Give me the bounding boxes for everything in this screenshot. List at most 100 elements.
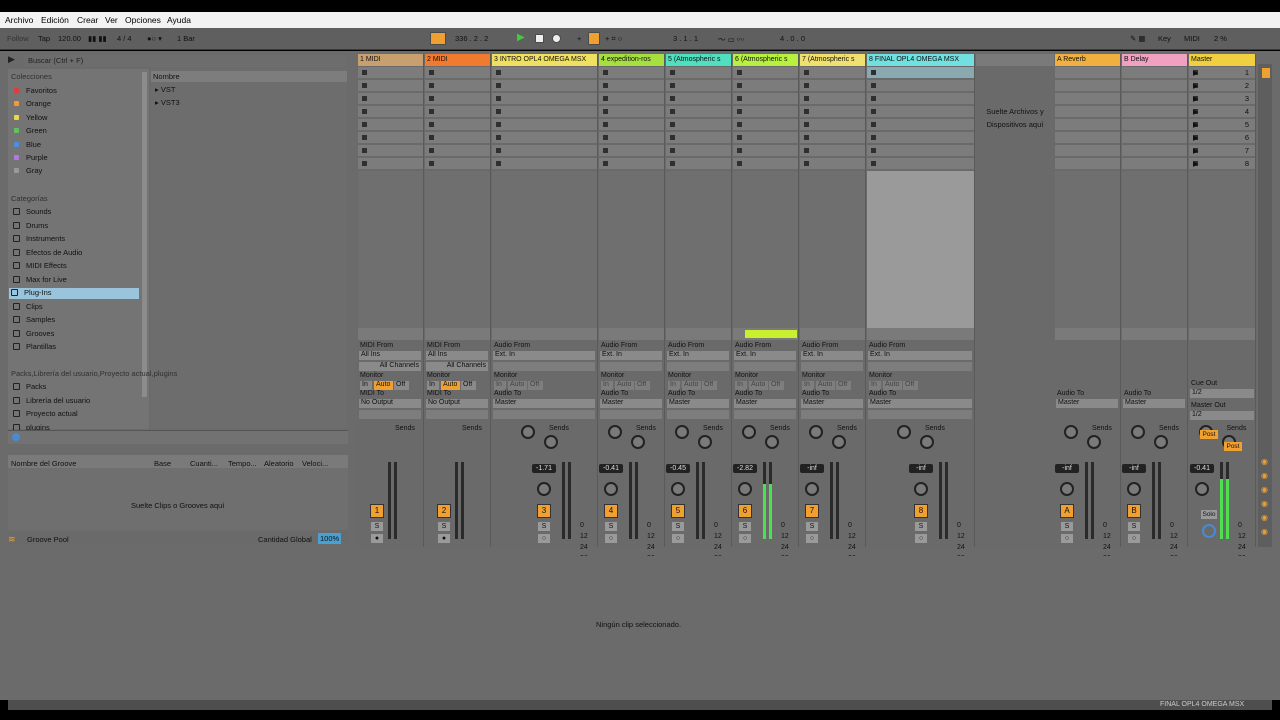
arm-button[interactable]: ○ bbox=[605, 534, 617, 543]
arm-button[interactable]: ○ bbox=[739, 534, 751, 543]
arm-button[interactable]: ○ bbox=[1061, 534, 1073, 543]
arm-button[interactable]: ○ bbox=[672, 534, 684, 543]
global-amount-field[interactable]: 100% bbox=[318, 533, 342, 544]
clip-slot[interactable] bbox=[733, 80, 798, 92]
draw-mode-icon[interactable]: ✎ ▦ bbox=[1130, 34, 1145, 43]
clip-slot[interactable] bbox=[358, 132, 423, 144]
arm-button[interactable]: ○ bbox=[1128, 534, 1140, 543]
groove-col-name[interactable]: Nombre del Groove bbox=[11, 459, 76, 468]
clip-area[interactable] bbox=[800, 171, 865, 328]
output-type-select[interactable]: Master bbox=[1123, 399, 1185, 408]
stop-clips-row[interactable] bbox=[1122, 328, 1187, 340]
clip-slot[interactable] bbox=[733, 106, 798, 118]
track-activator-button[interactable]: 2 bbox=[437, 504, 451, 518]
clip-slot[interactable] bbox=[1122, 106, 1187, 118]
quantization-menu[interactable]: 1 Bar bbox=[177, 34, 195, 43]
scene-number[interactable]: 5 bbox=[1245, 120, 1249, 129]
song-position[interactable]: 336 . 2 . 2 bbox=[455, 34, 488, 43]
clip-slot[interactable] bbox=[599, 132, 664, 144]
clip-slot[interactable] bbox=[1055, 93, 1120, 105]
scene-launch-icon[interactable]: ▶ bbox=[1193, 147, 1198, 155]
clip-slot[interactable] bbox=[867, 132, 974, 144]
send-b-knob[interactable] bbox=[631, 435, 645, 449]
clip-area[interactable] bbox=[666, 171, 731, 328]
clip-slot[interactable] bbox=[733, 119, 798, 131]
clip-slot[interactable] bbox=[599, 106, 664, 118]
clip-slot[interactable] bbox=[1055, 67, 1120, 79]
monitor-auto-button[interactable]: Auto bbox=[682, 381, 701, 390]
loop-start-field[interactable]: 3 . 1 . 1 bbox=[673, 34, 698, 43]
collection-item[interactable]: Blue bbox=[11, 140, 139, 151]
clip-slot[interactable] bbox=[867, 145, 974, 157]
solo-button[interactable]: S bbox=[739, 522, 751, 531]
track-activator-button[interactable]: 6 bbox=[738, 504, 752, 518]
track-header[interactable]: B Delay bbox=[1122, 54, 1187, 66]
send-b-knob[interactable] bbox=[832, 435, 846, 449]
clip-slot[interactable] bbox=[800, 93, 865, 105]
solo-button[interactable]: S bbox=[1061, 522, 1073, 531]
clip-slot[interactable] bbox=[425, 145, 490, 157]
collection-item[interactable]: Gray bbox=[11, 166, 139, 177]
clip-slot[interactable] bbox=[599, 67, 664, 79]
monitor-auto-button[interactable]: Auto bbox=[749, 381, 768, 390]
input-type-select[interactable]: All Ins bbox=[359, 351, 421, 360]
arrangement-overdub-button[interactable] bbox=[430, 32, 446, 45]
clip-slot[interactable] bbox=[1055, 80, 1120, 92]
clip-slot[interactable] bbox=[1122, 67, 1187, 79]
clip-slot[interactable] bbox=[867, 80, 974, 92]
automation-arm-button[interactable] bbox=[588, 32, 600, 45]
clip-slot[interactable] bbox=[800, 158, 865, 170]
place-item[interactable]: Librería del usuario bbox=[11, 396, 139, 407]
collection-item[interactable]: Green bbox=[11, 126, 139, 137]
clip-area[interactable] bbox=[425, 171, 490, 328]
clip-slot[interactable] bbox=[425, 132, 490, 144]
metronome-icon[interactable]: ▮▮ ▮▮ bbox=[88, 34, 107, 43]
solo-button[interactable]: S bbox=[1128, 522, 1140, 531]
clip-slot[interactable] bbox=[666, 145, 731, 157]
monitor-auto-button[interactable]: Auto bbox=[374, 381, 393, 390]
input-channel-select[interactable]: All Channels bbox=[426, 362, 488, 371]
clip-slot[interactable] bbox=[800, 132, 865, 144]
track-activator-button[interactable]: 8 bbox=[914, 504, 928, 518]
track-activator-button[interactable]: A bbox=[1060, 504, 1074, 518]
solo-button[interactable]: Solo bbox=[1201, 510, 1217, 519]
volume-field[interactable]: -0.41 bbox=[599, 464, 623, 473]
pan-knob[interactable] bbox=[1060, 482, 1074, 496]
clip-slot[interactable] bbox=[599, 145, 664, 157]
clip-slot[interactable] bbox=[1055, 132, 1120, 144]
clip-slot[interactable] bbox=[1055, 158, 1120, 170]
clip-slot[interactable] bbox=[492, 132, 597, 144]
send-a-knob[interactable] bbox=[608, 425, 622, 439]
category-item[interactable]: Efectos de Audio bbox=[11, 248, 139, 259]
output-channel-select[interactable] bbox=[426, 410, 488, 419]
output-channel-select[interactable] bbox=[801, 410, 863, 419]
output-type-select[interactable]: Master bbox=[801, 399, 863, 408]
post-button-2[interactable]: Post bbox=[1224, 442, 1242, 451]
monitor-in-button[interactable]: In bbox=[668, 381, 680, 390]
clip-slot[interactable] bbox=[733, 67, 798, 79]
send-b-knob[interactable] bbox=[920, 435, 934, 449]
input-type-select[interactable]: Ext. In bbox=[493, 351, 595, 360]
clip-slot[interactable] bbox=[599, 80, 664, 92]
monitor-auto-button[interactable]: Auto bbox=[508, 381, 527, 390]
send-a-knob[interactable] bbox=[897, 425, 911, 439]
pan-knob[interactable] bbox=[914, 482, 928, 496]
clip-slot[interactable] bbox=[599, 158, 664, 170]
clip-slot[interactable] bbox=[666, 80, 731, 92]
arm-button[interactable]: ○ bbox=[915, 534, 927, 543]
category-item[interactable]: Instruments bbox=[11, 234, 139, 245]
folder-vst3[interactable]: ▸ VST3 bbox=[155, 98, 180, 107]
send-b-knob[interactable] bbox=[544, 435, 558, 449]
input-channel-select[interactable]: All Channels bbox=[359, 362, 421, 371]
monitor-in-button[interactable]: In bbox=[494, 381, 506, 390]
monitor-auto-button[interactable]: Auto bbox=[816, 381, 835, 390]
stop-clips-row[interactable] bbox=[1055, 328, 1120, 340]
collection-item[interactable]: Yellow bbox=[11, 113, 139, 124]
category-item[interactable]: Sounds bbox=[11, 207, 139, 218]
track-header[interactable]: 2 MIDI bbox=[425, 54, 490, 66]
menu-archivo[interactable]: Archivo bbox=[5, 15, 33, 25]
groove-col-quant[interactable]: Cuanti... bbox=[190, 459, 218, 468]
track-header[interactable]: 4 expedition-ros bbox=[599, 54, 664, 66]
track-activator-button[interactable]: 7 bbox=[805, 504, 819, 518]
stop-clips-row[interactable] bbox=[358, 328, 423, 340]
